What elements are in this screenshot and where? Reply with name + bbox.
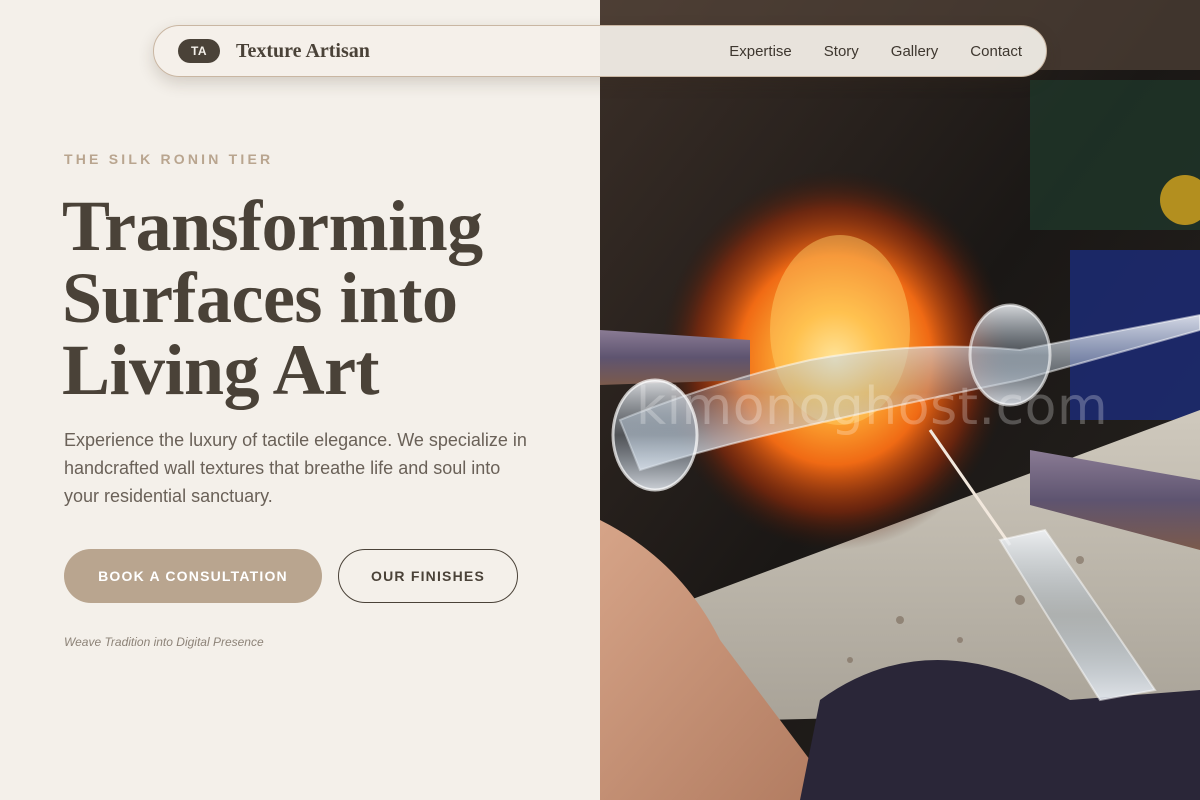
headline-line: Transforming bbox=[62, 186, 483, 266]
our-finishes-button[interactable]: OUR FINISHES bbox=[338, 549, 518, 603]
nav-link-gallery[interactable]: Gallery bbox=[891, 43, 939, 60]
hero-eyebrow: THE SILK RONIN TIER bbox=[64, 151, 274, 167]
top-navigation: TA Texture Artisan Expertise Story Galle… bbox=[153, 25, 1047, 77]
image-watermark: kimonoghost.com bbox=[636, 377, 1109, 437]
hero-lead-paragraph: Experience the luxury of tactile eleganc… bbox=[64, 430, 527, 506]
headline-line: Surfaces into bbox=[62, 258, 458, 338]
hero-text-panel: THE SILK RONIN TIER Transforming Surface… bbox=[0, 0, 600, 800]
nav-link-expertise[interactable]: Expertise bbox=[729, 43, 792, 60]
nav-links: Expertise Story Gallery Contact bbox=[729, 43, 1022, 60]
hero-headline: Transforming Surfaces into Living Art bbox=[62, 190, 582, 406]
logo-badge[interactable]: TA bbox=[178, 39, 220, 63]
headline-line: Living Art bbox=[62, 330, 380, 410]
book-consultation-button[interactable]: BOOK A CONSULTATION bbox=[64, 549, 322, 603]
brand-name[interactable]: Texture Artisan bbox=[236, 40, 370, 63]
hero-tagline: Weave Tradition into Digital Presence bbox=[64, 635, 264, 649]
nav-link-contact[interactable]: Contact bbox=[970, 43, 1022, 60]
nav-link-story[interactable]: Story bbox=[824, 43, 859, 60]
